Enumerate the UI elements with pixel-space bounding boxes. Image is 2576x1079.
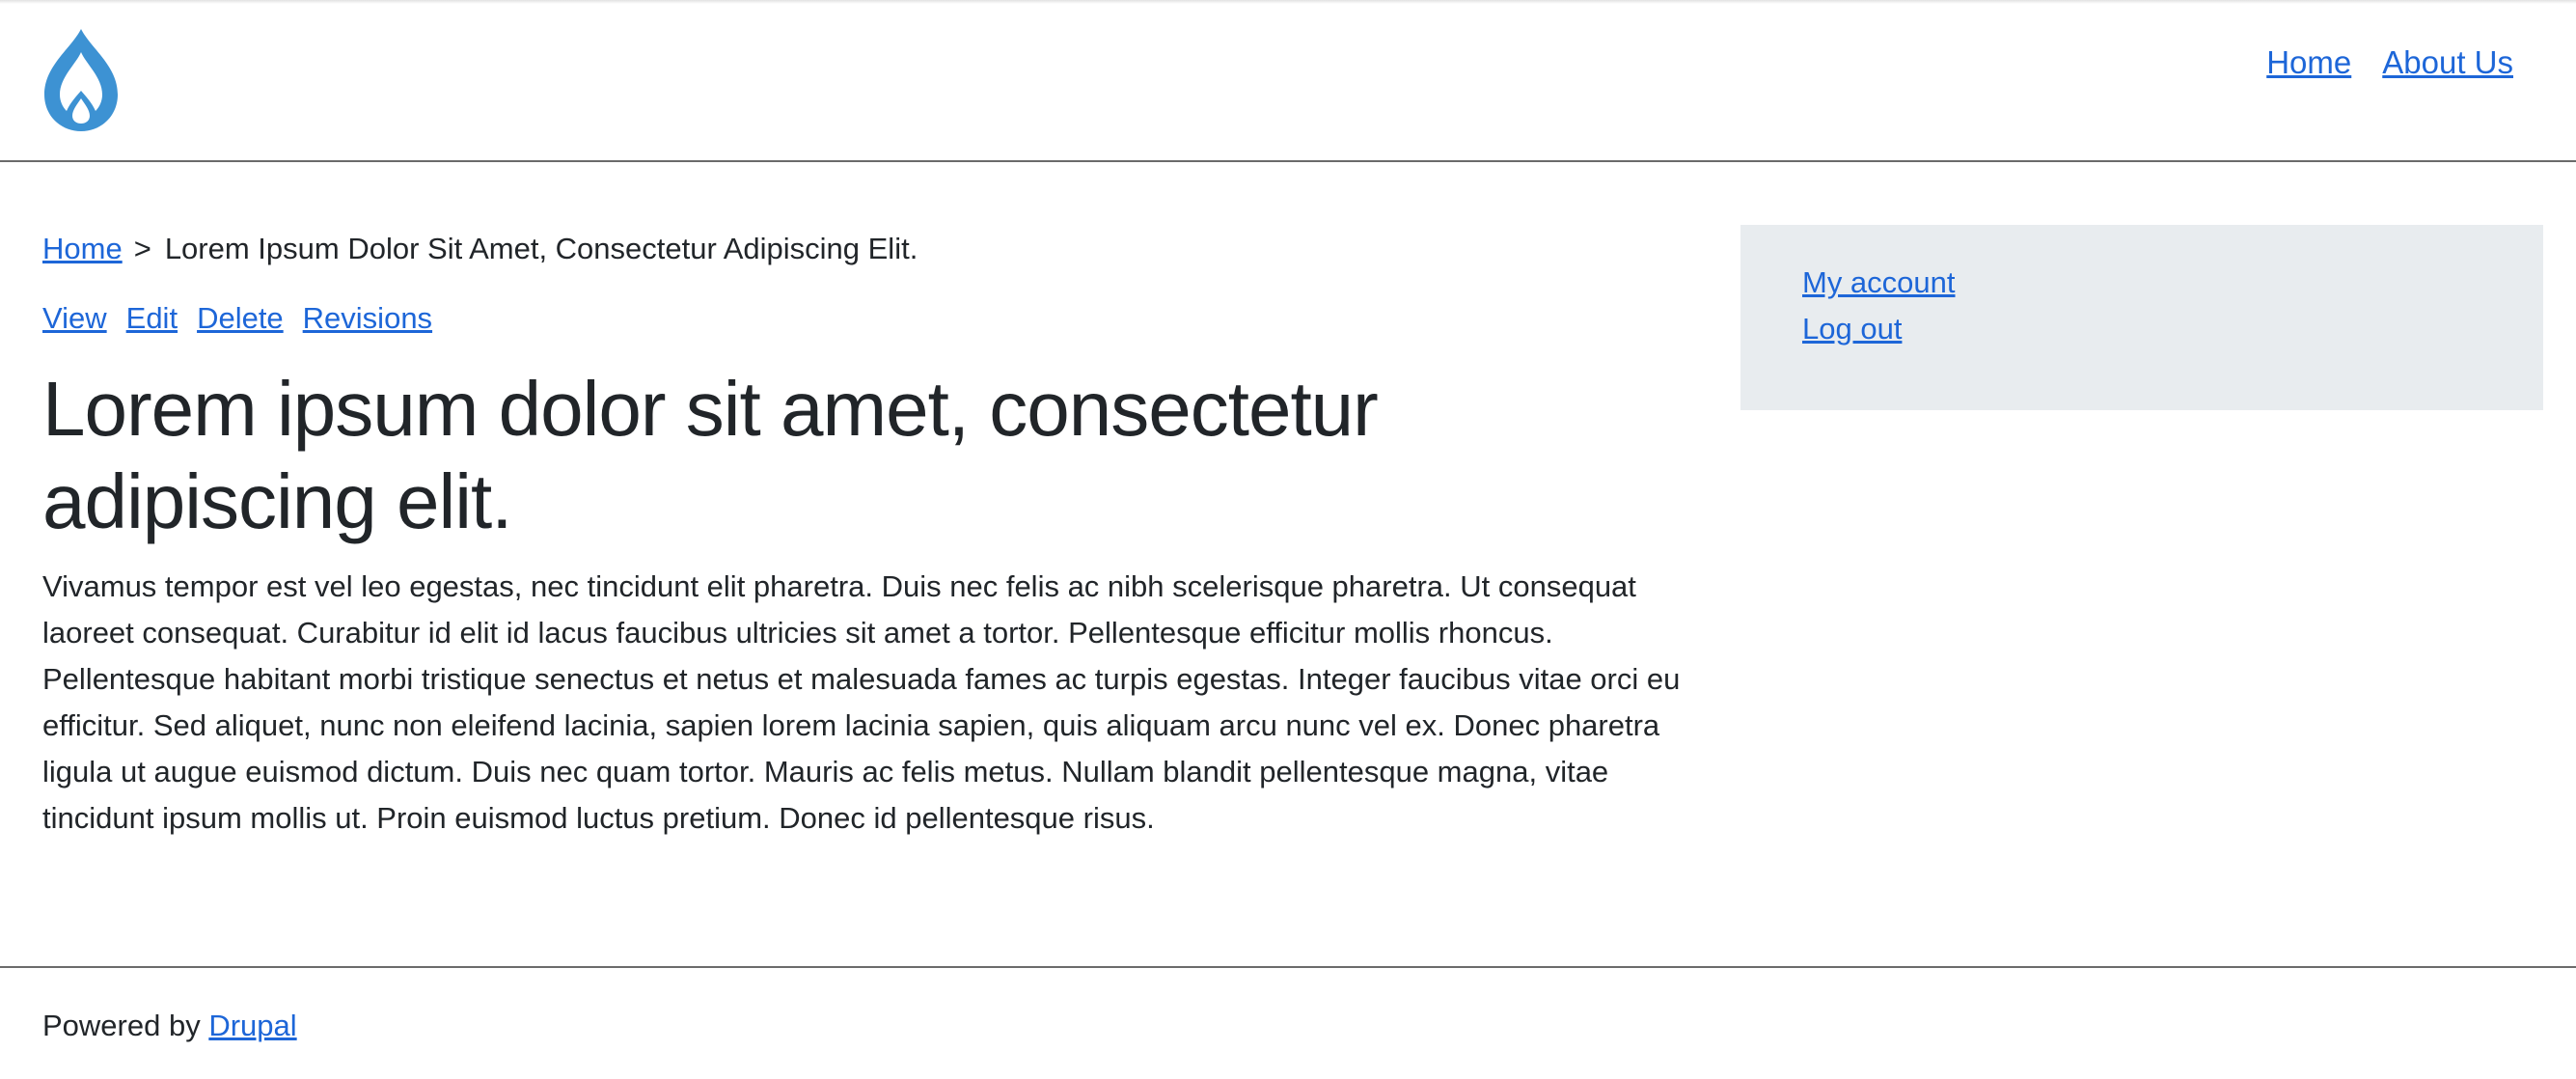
breadcrumb: Home > Lorem Ipsum Dolor Sit Amet, Conse… — [42, 222, 1683, 276]
drupal-drop-icon — [44, 29, 118, 131]
my-account-link[interactable]: My account — [1802, 260, 2543, 306]
breadcrumb-home-link[interactable]: Home — [42, 222, 123, 276]
nav-about-us-link[interactable]: About Us — [2382, 44, 2513, 81]
footer-drupal-link[interactable]: Drupal — [208, 1009, 296, 1042]
site-logo-link[interactable] — [41, 27, 122, 133]
log-out-link[interactable]: Log out — [1802, 306, 2543, 352]
tab-delete[interactable]: Delete — [197, 299, 284, 338]
main-content: Home > Lorem Ipsum Dolor Sit Amet, Conse… — [42, 222, 1683, 842]
user-account-sidebar: My account Log out — [1740, 225, 2543, 410]
nav-home-link[interactable]: Home — [2266, 44, 2351, 81]
breadcrumb-separator: > — [133, 232, 151, 265]
breadcrumb-current: Lorem Ipsum Dolor Sit Amet, Consectetur … — [164, 232, 918, 265]
site-footer: Powered by Drupal — [0, 966, 2576, 1047]
site-header: Home About Us — [0, 0, 2576, 162]
main-navigation: Home About Us — [2266, 44, 2513, 81]
local-tasks: View Edit Delete Revisions — [42, 299, 1683, 338]
tab-revisions[interactable]: Revisions — [303, 299, 432, 338]
page-title: Lorem ipsum dolor sit amet, consectetur … — [42, 366, 1379, 544]
footer-powered-by-text: Powered by — [42, 1009, 209, 1042]
tab-edit[interactable]: Edit — [126, 299, 178, 338]
page-body: Vivamus tempor est vel leo egestas, nec … — [42, 569, 1681, 835]
tab-view[interactable]: View — [42, 299, 107, 338]
